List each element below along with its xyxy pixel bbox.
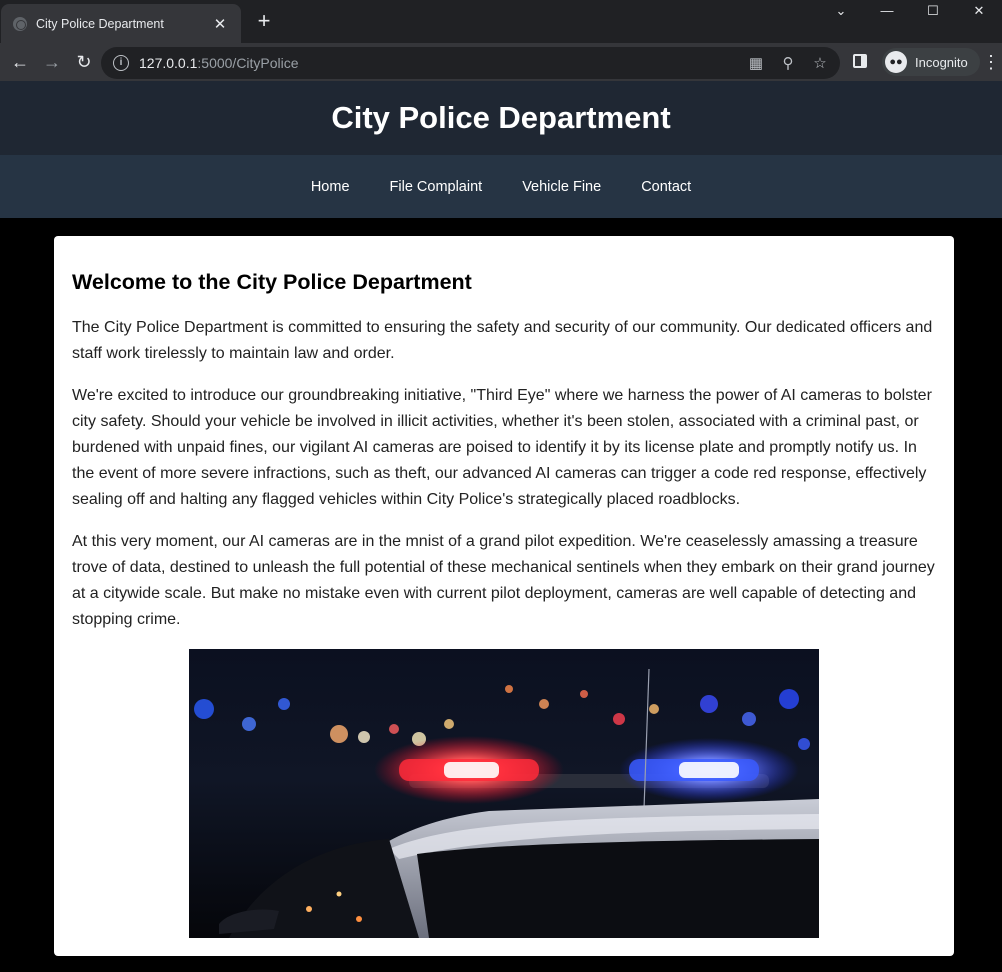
nav-contact[interactable]: Contact bbox=[641, 179, 691, 195]
content-card: Welcome to the City Police Department Th… bbox=[54, 236, 954, 956]
bookmark-star-icon[interactable]: ☆ bbox=[810, 54, 830, 72]
forward-arrow-icon[interactable]: → bbox=[36, 46, 68, 78]
zoom-icon[interactable]: ⚲ bbox=[778, 54, 798, 72]
site-title: City Police Department bbox=[331, 100, 671, 135]
back-arrow-icon[interactable]: ← bbox=[4, 46, 36, 78]
close-tab-icon[interactable]: ✕ bbox=[211, 15, 229, 33]
pilot-paragraph: At this very moment, our AI cameras are … bbox=[72, 533, 935, 628]
reload-icon[interactable]: ↻ bbox=[68, 46, 100, 78]
browser-toolbar: ← → ↻ i 127.0.0.1:5000/CityPolice ▦ ⚲ ☆ … bbox=[0, 43, 1002, 81]
address-bar[interactable]: i 127.0.0.1:5000/CityPolice ▦ ⚲ ☆ bbox=[101, 47, 840, 79]
incognito-icon: ●● bbox=[885, 51, 907, 73]
maximize-button[interactable]: ☐ bbox=[910, 0, 956, 24]
hero-image-wrapper bbox=[72, 649, 936, 938]
incognito-profile-button[interactable]: ●● Incognito bbox=[882, 48, 980, 76]
nav-home[interactable]: Home bbox=[311, 179, 350, 195]
browser-titlebar: City Police Department ✕ + ⌄ — ☐ ✕ bbox=[0, 0, 1002, 43]
intro-paragraph: The City Police Department is committed … bbox=[72, 319, 933, 362]
new-tab-button[interactable]: + bbox=[252, 9, 276, 33]
nav-vehicle-fine[interactable]: Vehicle Fine bbox=[522, 179, 601, 195]
url-path: :5000/CityPolice bbox=[197, 55, 299, 71]
minimize-button[interactable]: — bbox=[864, 0, 910, 24]
qr-code-icon[interactable]: ▦ bbox=[746, 54, 766, 72]
police-car-image bbox=[189, 649, 819, 938]
close-window-button[interactable]: ✕ bbox=[956, 0, 1002, 24]
window-controls: ⌄ — ☐ ✕ bbox=[818, 0, 1002, 24]
globe-icon bbox=[13, 16, 27, 31]
site-header: City Police Department bbox=[0, 81, 1002, 155]
site-nav: Home File Complaint Vehicle Fine Contact bbox=[0, 155, 1002, 218]
third-eye-paragraph: We're excited to introduce our groundbre… bbox=[72, 387, 932, 508]
tab-title: City Police Department bbox=[36, 16, 164, 31]
browser-tab[interactable]: City Police Department ✕ bbox=[1, 4, 241, 43]
side-panel-icon[interactable] bbox=[853, 54, 867, 68]
welcome-heading: Welcome to the City Police Department bbox=[72, 270, 472, 294]
nav-file-complaint[interactable]: File Complaint bbox=[390, 179, 483, 195]
site-info-icon[interactable]: i bbox=[113, 55, 129, 71]
tab-search-icon[interactable]: ⌄ bbox=[818, 0, 864, 24]
browser-menu-icon[interactable]: ⋮ bbox=[982, 47, 1000, 77]
url-host: 127.0.0.1 bbox=[139, 55, 198, 71]
incognito-label: Incognito bbox=[915, 54, 968, 70]
